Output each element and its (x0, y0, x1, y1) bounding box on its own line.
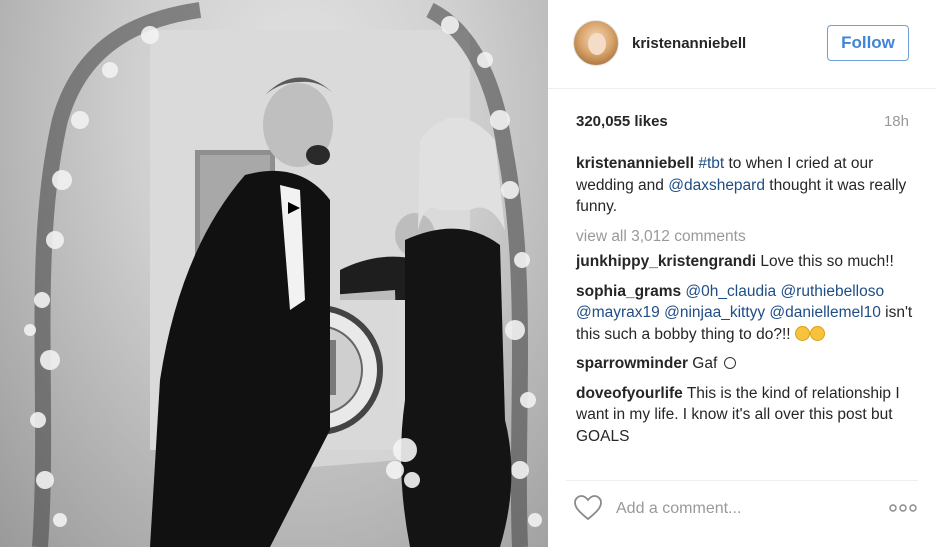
comment-item: doveofyourlife This is the kind of relat… (576, 383, 916, 448)
comment-username[interactable]: doveofyourlife (576, 385, 683, 402)
wedding-photo-illustration (24, 2, 542, 547)
heart-icon[interactable] (574, 495, 602, 521)
comment-username[interactable]: junkhippy_kristengrandi (576, 253, 756, 270)
tears-of-joy-emoji-icon (794, 325, 810, 341)
comment-item: sparrowminder Gaf (576, 353, 916, 375)
comment-text: Love this so much!! (756, 253, 894, 270)
smiley-icon (723, 357, 736, 369)
comment-username[interactable]: sparrowminder (576, 355, 688, 372)
mention-link[interactable]: @daxshepard (668, 177, 765, 194)
tears-of-joy-emoji-icon (809, 325, 825, 341)
header-username[interactable]: kristenanniebell (632, 35, 746, 52)
view-all-comments-link[interactable]: view all 3,012 comments (576, 226, 916, 248)
post-sidebar: kristenanniebell Follow 320,055 likes 18… (548, 0, 936, 547)
add-comment-input[interactable]: Add a comment... (616, 500, 741, 518)
follow-button[interactable]: Follow (827, 25, 909, 61)
more-options-icon[interactable] (888, 500, 918, 516)
comments-section: kristenanniebell #tbt to when I cried at… (576, 153, 916, 455)
caption-username[interactable]: kristenanniebell (576, 155, 694, 172)
comment-username[interactable]: sophia_grams (576, 283, 681, 300)
post-timestamp[interactable]: 18h (884, 113, 909, 130)
comment-item: sophia_grams @0h_claudia @ruthiebelloso … (576, 281, 916, 346)
hashtag-link[interactable]: #tbt (698, 155, 724, 172)
post-photo[interactable] (0, 0, 548, 547)
likes-row: 320,055 likes 18h (576, 113, 909, 133)
likes-count[interactable]: 320,055 likes (576, 113, 668, 130)
comment-text: Gaf (687, 355, 722, 372)
caption: kristenanniebell #tbt to when I cried at… (576, 153, 916, 218)
post-header: kristenanniebell Follow (548, 0, 936, 89)
post-footer: Add a comment... (566, 480, 918, 540)
avatar[interactable] (573, 20, 619, 66)
comment-item: junkhippy_kristengrandi Love this so muc… (576, 251, 916, 273)
